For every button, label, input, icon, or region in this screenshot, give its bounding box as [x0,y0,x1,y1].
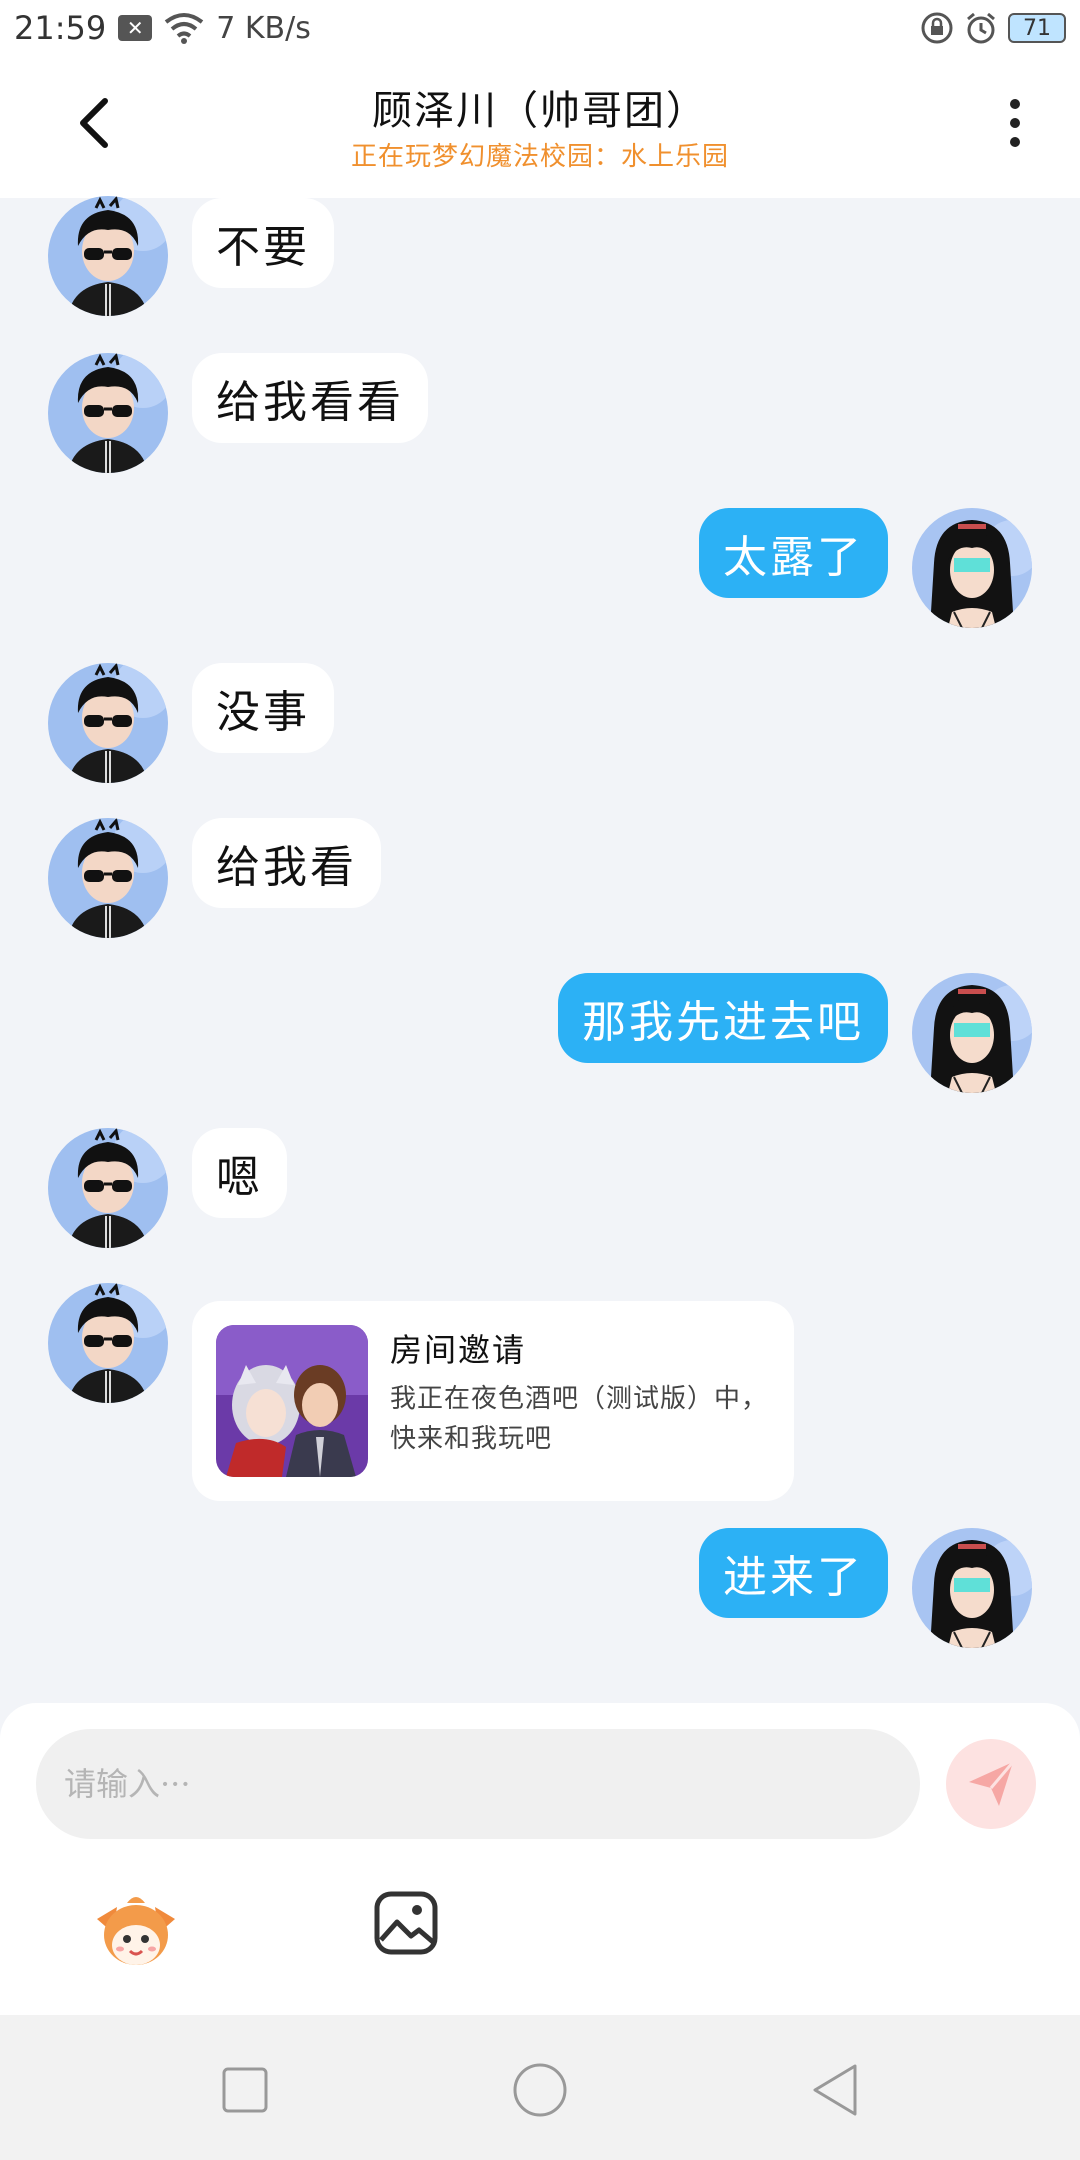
network-speed: 7 KB/s [216,10,311,46]
image-picker-button[interactable] [368,1885,444,1961]
invite-title: 房间邀请 [390,1331,527,1369]
nav-recents-button[interactable] [210,2055,280,2125]
avatar-contact[interactable] [48,353,168,473]
more-vertical-icon-dot [1010,137,1020,147]
message-bubble-outgoing[interactable]: 那我先进去吧 [558,973,888,1063]
message-row: 太露了 [0,508,1080,628]
more-vertical-icon [1010,99,1020,109]
avatar-contact[interactable] [48,818,168,938]
avatar-contact[interactable] [48,1128,168,1248]
chat-header: 顾泽川（帅哥团） 正在玩梦幻魔法校园：水上乐园 [0,56,1080,198]
wifi-icon [164,13,204,44]
message-row: 给我看看 [0,353,1080,473]
status-time: 21:59 [14,9,107,47]
status-right: 71 [920,11,1066,45]
message-bubble-incoming[interactable]: 没事 [192,663,334,753]
battery-icon: 71 [1008,13,1066,43]
avatar-contact[interactable] [48,196,168,316]
system-navigation-bar [0,2015,1080,2160]
more-vertical-icon-dot [1010,118,1020,128]
invite-description: 我正在夜色酒吧（测试版）中，快来和我玩吧 [390,1384,769,1454]
nav-back-triangle-icon [813,2064,857,2116]
nav-square-icon [222,2067,268,2113]
avatar-contact[interactable] [48,1283,168,1403]
message-bubble-incoming[interactable]: 给我看看 [192,353,428,443]
message-bubble-outgoing[interactable]: 太露了 [699,508,888,598]
emoji-mascot-button[interactable] [88,1883,184,1979]
invite-thumbnail [216,1325,368,1477]
lock-rotation-icon [921,12,953,44]
chat-message-list[interactable]: 不要 给我看看 太露了 没事 给我看 那我先进去吧 嗯 房间邀请 我正在夜色酒吧… [0,198,1080,1698]
send-icon [969,1761,1015,1806]
message-bubble-incoming[interactable]: 嗯 [192,1128,287,1218]
mascot-emoji-icon [97,1897,175,1965]
image-icon [374,1891,438,1955]
nav-circle-icon [513,2063,567,2117]
status-left: 21:59 ✕ 7 KB/s [14,9,311,47]
message-bubble-outgoing[interactable]: 进来了 [699,1528,888,1618]
avatar-self[interactable] [912,973,1032,1093]
alarm-icon [967,12,995,44]
avatar-self[interactable] [912,508,1032,628]
input-panel [0,1703,1080,2015]
message-bubble-incoming[interactable]: 不要 [192,198,334,288]
avatar-self[interactable] [912,1528,1032,1648]
room-invite-card[interactable]: 房间邀请 我正在夜色酒吧（测试版）中，快来和我玩吧 [192,1301,794,1501]
notification-x-icon: ✕ [118,15,153,41]
message-row: 嗯 [0,1128,1080,1248]
message-row: 给我看 [0,818,1080,938]
nav-home-button[interactable] [505,2055,575,2125]
message-row: 那我先进去吧 [0,973,1080,1093]
message-input[interactable] [36,1729,920,1839]
nav-back-button[interactable] [800,2055,870,2125]
message-row: 没事 [0,663,1080,783]
avatar-contact[interactable] [48,663,168,783]
more-options-button[interactable] [990,88,1040,158]
chat-subtitle-status: 正在玩梦幻魔法校园：水上乐园 [350,142,729,172]
status-bar: 21:59 ✕ 7 KB/s 71 [0,0,1080,56]
send-button[interactable] [946,1739,1036,1829]
message-row: 不要 [0,198,1080,318]
message-row: 房间邀请 我正在夜色酒吧（测试版）中，快来和我玩吧 [0,1283,1080,1503]
message-row: 进来了 [0,1528,1080,1648]
message-bubble-incoming[interactable]: 给我看 [192,818,381,908]
chat-title: 顾泽川（帅哥团） [372,88,708,134]
